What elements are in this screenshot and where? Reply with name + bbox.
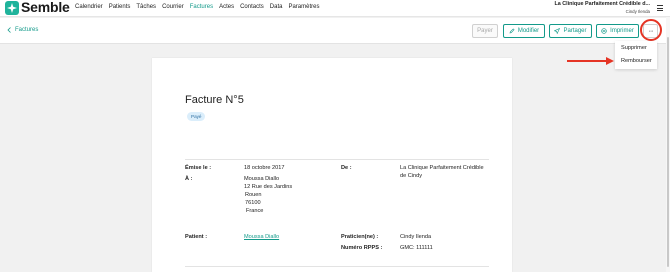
from-label: De : <box>341 165 352 171</box>
nav-item-parametres[interactable]: Paramètres <box>288 4 319 10</box>
partager-button[interactable]: Partager <box>549 24 592 38</box>
issued-label: Émise le : <box>185 165 212 171</box>
invoice-document: Facture N°5 Payé Émise le : 18 octobre 2… <box>152 58 512 272</box>
patient-label: Patient : <box>185 234 208 240</box>
patient-link[interactable]: Moussa Diallo <box>244 233 279 241</box>
divider <box>185 159 343 160</box>
top-navigation-bar: Semble Calendrier Patients Tâches Courri… <box>0 0 670 17</box>
nav-item-courrier[interactable]: Courrier <box>162 4 184 10</box>
imprimer-label: Imprimer <box>610 28 634 34</box>
nav-item-data[interactable]: Data <box>270 4 283 10</box>
sender-line-1: La Clinique Parfaitement Crédible <box>400 165 484 171</box>
menu-icon[interactable] <box>657 5 663 13</box>
clinic-name: La Clinique Parfaitement Crédible d... <box>554 1 650 7</box>
nav-item-calendrier[interactable]: Calendrier <box>75 4 103 10</box>
annotation-arrow-head <box>606 57 614 65</box>
payer-button[interactable]: Payer <box>472 24 498 38</box>
back-label: Factures <box>15 27 39 33</box>
account-switcher[interactable]: La Clinique Parfaitement Crédible d... C… <box>554 1 650 14</box>
partager-label: Partager <box>563 28 587 34</box>
to-label: À : <box>185 176 193 182</box>
recipient-postcode: 76100 <box>245 200 261 206</box>
divider <box>341 159 489 160</box>
nav-item-factures[interactable]: Factures <box>190 4 213 10</box>
main-nav: Calendrier Patients Tâches Courrier Fact… <box>75 4 319 10</box>
rpps-value: GMC: 111111 <box>400 245 433 251</box>
nav-item-actes[interactable]: Actes <box>219 4 234 10</box>
annotation-circle <box>640 19 662 41</box>
menu-item-supprimer[interactable]: Supprimer <box>621 45 647 51</box>
rpps-label: Numéro RPPS : <box>341 245 383 251</box>
practitioner-label: Praticien(ne) : <box>341 234 379 240</box>
menu-item-rembourser[interactable]: Rembourser <box>621 58 652 64</box>
nav-item-taches[interactable]: Tâches <box>136 4 156 10</box>
recipient-city: Rouen <box>245 192 262 198</box>
semble-logo-icon[interactable] <box>5 1 19 15</box>
imprimer-button[interactable]: Imprimer <box>596 24 639 38</box>
pencil-icon <box>509 28 515 34</box>
status-badge: Payé <box>187 112 206 121</box>
recipient-name: Moussa Diallo <box>244 176 280 182</box>
invoice-toolbar: Factures Payer Modifier Partager Imprime… <box>0 18 666 44</box>
practitioner-name: Cindy Ilenda <box>400 234 432 240</box>
user-name: Cindy Ilenda <box>625 9 650 14</box>
page-scrollbar[interactable] <box>666 17 670 272</box>
printer-icon <box>601 28 607 34</box>
issued-date: 18 octobre 2017 <box>244 165 285 171</box>
chevron-left-icon <box>7 27 11 33</box>
scrollbar-thumb[interactable] <box>667 37 669 267</box>
annotation-arrow <box>567 60 609 62</box>
more-options-menu: Supprimer Rembourser <box>615 41 657 69</box>
recipient-street: 12 Rue des Jardins <box>244 184 293 190</box>
divider <box>185 266 489 267</box>
recipient-country: France <box>246 208 264 214</box>
nav-item-contacts[interactable]: Contacts <box>240 4 264 10</box>
sender-line-2: de Cindy <box>400 173 423 179</box>
payer-label: Payer <box>477 28 493 34</box>
send-icon <box>554 28 561 34</box>
modifier-label: Modifier <box>517 28 540 34</box>
nav-item-patients[interactable]: Patients <box>109 4 131 10</box>
app-name[interactable]: Semble <box>21 0 70 15</box>
back-to-factures-link[interactable]: Factures <box>7 27 38 33</box>
modifier-button[interactable]: Modifier <box>503 24 545 38</box>
invoice-title: Facture N°5 <box>185 94 244 106</box>
